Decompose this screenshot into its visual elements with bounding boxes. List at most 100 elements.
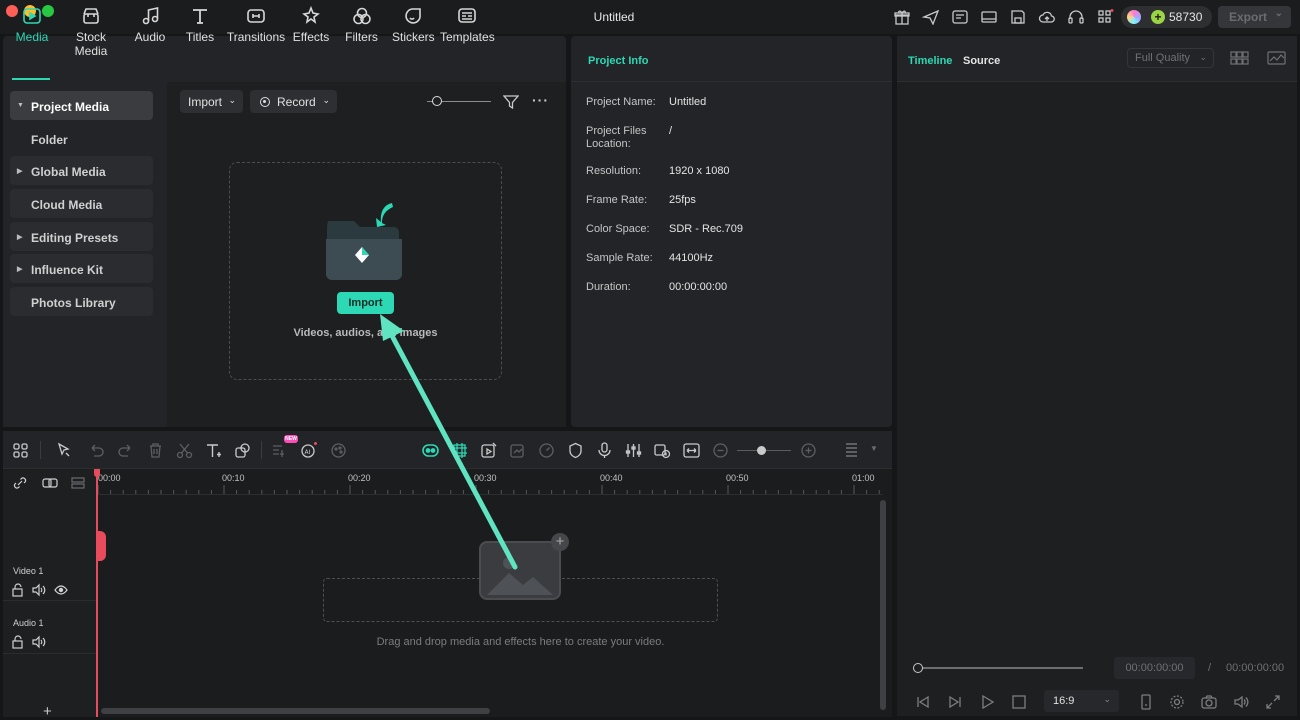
divider [3, 600, 97, 601]
undo-icon[interactable] [88, 442, 105, 459]
quality-select[interactable]: Full Quality ⌄ [1127, 48, 1214, 68]
horizontal-scrollbar[interactable] [101, 708, 490, 714]
record-dropdown[interactable]: Record ⌄ [250, 90, 337, 113]
speaker-icon[interactable] [32, 583, 46, 597]
credits-badge[interactable]: + 58730 [1121, 6, 1212, 28]
settings-icon[interactable] [1169, 694, 1185, 710]
tab-stock-media[interactable]: Stock Media [58, 4, 124, 58]
playback-progress-bar[interactable] [918, 667, 1083, 669]
stop-icon[interactable] [1011, 694, 1027, 710]
audio-mixer-icon[interactable] [625, 442, 642, 459]
save-icon[interactable] [1009, 9, 1027, 25]
volume-icon[interactable] [1233, 694, 1249, 710]
aspect-ratio-select[interactable]: 16:9 ⌄ [1044, 690, 1119, 712]
import-dropdown[interactable]: Import ⌄ [180, 90, 243, 113]
vertical-scrollbar[interactable] [880, 500, 886, 710]
speaker-icon[interactable] [32, 635, 46, 649]
redo-icon[interactable] [117, 442, 134, 459]
text-tool-icon[interactable] [205, 442, 222, 459]
playback-progress-knob[interactable] [913, 663, 923, 673]
previous-frame-icon[interactable] [915, 694, 931, 710]
delete-icon[interactable] [147, 442, 164, 459]
sidebar-item-editing-presets[interactable]: ▶ Editing Presets [10, 222, 153, 251]
zoom-out-icon[interactable] [712, 442, 729, 459]
quality-value: Full Quality [1135, 52, 1191, 64]
zoom-slider-knob[interactable] [757, 446, 766, 455]
new-badge: NEW [284, 435, 298, 443]
project-location-value: / [669, 125, 673, 137]
export-button[interactable]: Export ⌄ [1218, 6, 1291, 28]
microphone-icon[interactable] [596, 442, 613, 459]
scope-icon[interactable] [1267, 51, 1286, 65]
active-tab-indicator [12, 78, 50, 80]
playhead[interactable] [96, 469, 98, 717]
apps-grid-icon[interactable] [1096, 9, 1114, 25]
ruler-label: 00:00 [98, 473, 121, 483]
replace-media-icon[interactable] [654, 442, 671, 459]
grid-view-icon[interactable] [1230, 51, 1249, 65]
sidebar-item-folder[interactable]: Folder [10, 124, 153, 153]
tab-stickers[interactable]: Stickers [392, 4, 435, 44]
sidebar-item-project-media[interactable]: ▼ Project Media [10, 91, 153, 120]
credits-count: 58730 [1169, 10, 1203, 24]
more-options-icon[interactable]: ··· [532, 93, 548, 108]
ai-tools-icon[interactable] [271, 442, 288, 459]
mask-shield-icon[interactable] [567, 442, 584, 459]
next-frame-icon[interactable] [947, 694, 963, 710]
avatar [1127, 10, 1141, 24]
tab-source[interactable]: Source [963, 55, 1000, 67]
transitions-icon [246, 6, 266, 26]
sidebar-item-photos-library[interactable]: Photos Library [10, 287, 153, 316]
tab-titles[interactable]: Titles [183, 4, 217, 44]
layout-icon[interactable] [980, 9, 998, 25]
tab-media[interactable]: Media [13, 4, 51, 44]
playhead-marker[interactable] [96, 531, 106, 561]
headset-icon[interactable] [1067, 9, 1085, 25]
lock-icon[interactable] [11, 635, 25, 649]
track-layout-icon[interactable] [843, 442, 860, 459]
tab-audio[interactable]: Audio [132, 4, 168, 44]
sidebar-item-influence-kit[interactable]: ▶ Influence Kit [10, 254, 153, 283]
play-icon[interactable] [979, 694, 995, 710]
unlink-icon[interactable] [13, 476, 27, 490]
layout-grid-icon[interactable] [12, 442, 29, 459]
track-manager-icon[interactable] [71, 476, 85, 490]
snapshot-icon[interactable] [1201, 694, 1217, 710]
track-drop-hint: Drag and drop media and effects here to … [376, 636, 665, 648]
media-cache-icon[interactable] [951, 9, 969, 25]
crop-shape-icon[interactable] [234, 442, 251, 459]
send-icon[interactable] [922, 9, 940, 25]
tab-label: Stock Media [74, 30, 108, 58]
total-time: 00:00:00:00 [1226, 662, 1285, 674]
speed-icon[interactable] [538, 442, 555, 459]
tab-filters[interactable]: Filters [343, 4, 380, 44]
cloud-upload-icon[interactable] [1038, 9, 1056, 25]
display-mode-icon[interactable] [1138, 694, 1154, 710]
select-tool-icon[interactable] [56, 442, 73, 459]
current-time[interactable]: 00:00:00:00 [1114, 657, 1195, 679]
sidebar-item-cloud-media[interactable]: Cloud Media [10, 189, 153, 218]
tab-timeline[interactable]: Timeline [908, 55, 952, 67]
tab-templates[interactable]: Templates [440, 4, 495, 44]
lock-icon[interactable] [11, 583, 25, 597]
ai-copilot-icon[interactable]: AI [300, 442, 317, 459]
gift-icon[interactable] [893, 9, 911, 25]
link-clips-icon[interactable] [42, 476, 58, 490]
split-scissors-icon[interactable] [176, 442, 193, 459]
sidebar-item-global-media[interactable]: ▶ Global Media [10, 156, 153, 185]
chevron-down-icon: ⌄ [1199, 52, 1207, 62]
tab-effects[interactable]: Effects [291, 4, 331, 44]
chevron-down-icon[interactable]: ▼ [870, 444, 878, 453]
tab-transitions[interactable]: Transitions [225, 4, 287, 44]
filter-icon[interactable] [503, 95, 519, 109]
fit-timeline-icon[interactable] [683, 442, 700, 459]
fullscreen-icon[interactable] [1265, 694, 1281, 710]
sample-rate-value: 44100Hz [669, 252, 714, 264]
slider-knob[interactable] [432, 96, 442, 106]
add-track-button[interactable]: + [43, 703, 52, 720]
eye-icon[interactable] [54, 583, 68, 597]
zoom-in-icon[interactable] [800, 442, 817, 459]
color-palette-icon[interactable] [330, 442, 347, 459]
playhead-handle[interactable] [94, 469, 100, 477]
tab-label: Titles [185, 30, 215, 44]
